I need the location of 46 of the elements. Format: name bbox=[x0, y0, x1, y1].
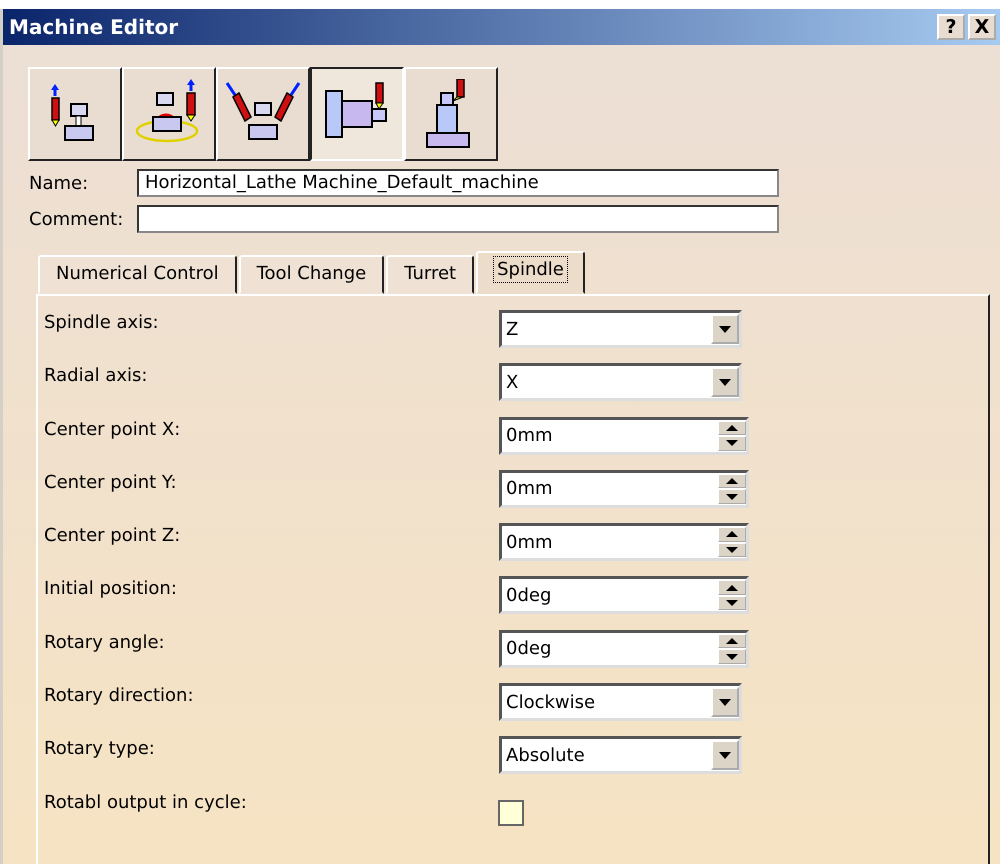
spinner-field[interactable]: 0mm bbox=[499, 523, 749, 562]
up-arrow-icon bbox=[726, 531, 738, 538]
dropdown[interactable]: X bbox=[499, 363, 742, 402]
dropdown[interactable]: Clockwise bbox=[499, 683, 742, 722]
up-arrow-icon bbox=[726, 638, 738, 644]
comment-label: Comment: bbox=[29, 208, 124, 230]
tab[interactable]: Spindle bbox=[476, 251, 585, 294]
up-arrow-icon bbox=[726, 584, 738, 591]
up-arrow-icon bbox=[726, 424, 738, 431]
field-label: Rotabl output in cycle: bbox=[43, 790, 248, 815]
dropdown-arrow-icon bbox=[719, 378, 731, 386]
window-title: Machine Editor bbox=[9, 15, 178, 39]
tab[interactable]: Numerical Control bbox=[38, 255, 237, 294]
down-arrow-icon bbox=[726, 654, 738, 660]
tab[interactable]: Tool Change bbox=[238, 255, 384, 294]
field-label: Spindle axis: bbox=[43, 311, 160, 335]
down-arrow-icon bbox=[726, 440, 738, 446]
field-label: Rotary direction: bbox=[43, 684, 195, 708]
toolbar-button[interactable] bbox=[310, 67, 404, 161]
field-label: Radial axis: bbox=[43, 364, 148, 388]
spinner-field[interactable]: 0mm bbox=[499, 470, 749, 508]
comment-field[interactable] bbox=[137, 205, 779, 233]
dropdown-arrow-icon bbox=[719, 752, 731, 759]
field-label: Initial position: bbox=[43, 577, 178, 602]
spinner-field[interactable]: 0deg bbox=[499, 630, 749, 668]
field-label: Center point Y: bbox=[43, 470, 178, 495]
down-arrow-icon bbox=[726, 546, 738, 553]
dropdown[interactable]: Z bbox=[499, 310, 742, 348]
help-button[interactable]: ? bbox=[937, 14, 965, 40]
dropdown-arrow-icon bbox=[719, 326, 731, 332]
field-label: Rotary type: bbox=[43, 737, 156, 762]
field-label: Center point Z: bbox=[43, 524, 182, 548]
tab[interactable]: Turret bbox=[386, 255, 474, 294]
name-field[interactable]: Horizontal_Lathe Machine_Default_machine bbox=[137, 169, 779, 197]
down-arrow-icon bbox=[726, 600, 738, 606]
close-button[interactable]: X bbox=[968, 14, 996, 40]
spinner-field[interactable]: 0deg bbox=[499, 576, 749, 614]
dropdown[interactable]: Absolute bbox=[499, 736, 742, 774]
field-label: Center point X: bbox=[43, 418, 182, 442]
checkbox[interactable] bbox=[498, 800, 524, 826]
name-label: Name: bbox=[29, 172, 90, 194]
dropdown-arrow-icon bbox=[719, 698, 731, 706]
spinner-field[interactable]: 0mm bbox=[499, 416, 749, 455]
down-arrow-icon bbox=[726, 494, 738, 500]
up-arrow-icon bbox=[726, 478, 738, 484]
field-label: Rotary angle: bbox=[43, 630, 166, 655]
